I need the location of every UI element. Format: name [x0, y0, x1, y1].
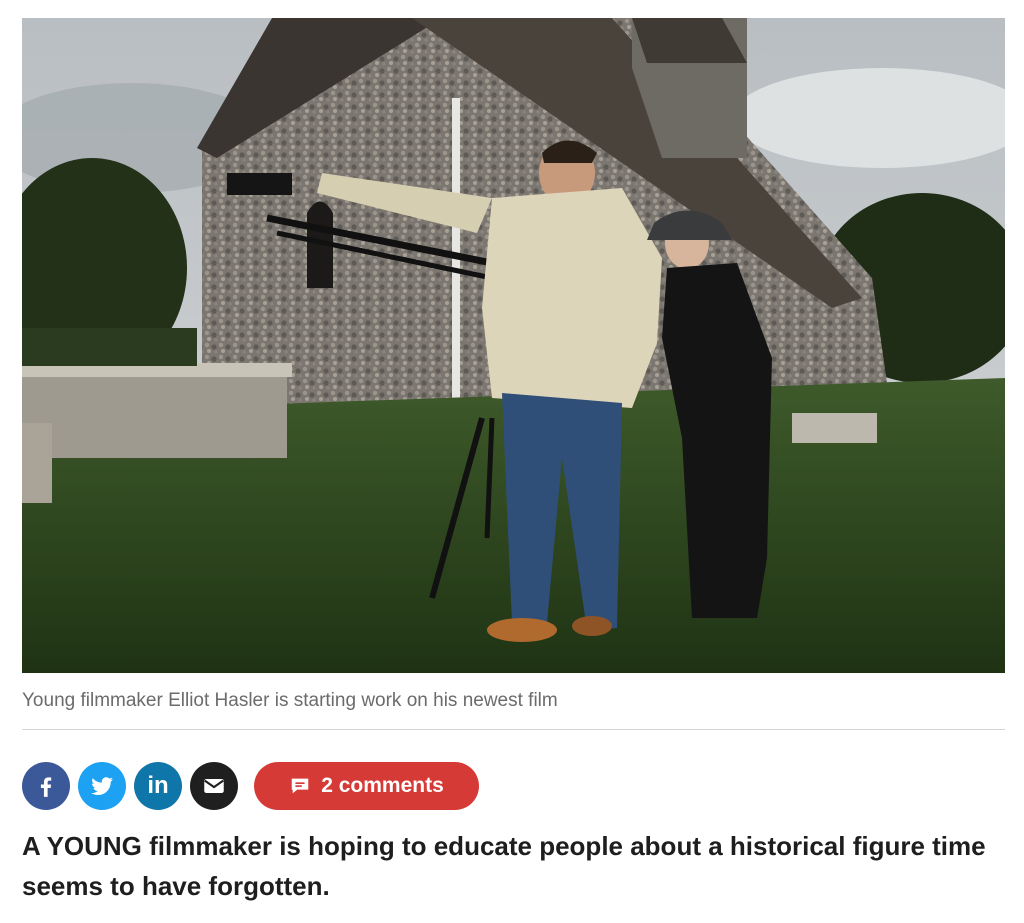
envelope-icon: [204, 778, 224, 794]
church-photo-illustration: [22, 18, 1005, 673]
article-lede: A YOUNG filmmaker is hoping to educate p…: [22, 831, 986, 901]
caption-divider: [22, 729, 1005, 730]
twitter-icon: [91, 777, 113, 795]
share-email-button[interactable]: [190, 762, 238, 810]
facebook-icon: [40, 777, 52, 797]
share-facebook-button[interactable]: [22, 762, 70, 810]
comment-bubble-icon: [291, 778, 309, 794]
share-toolbar: in 2 comments: [22, 762, 479, 810]
article-photo: [22, 18, 1005, 673]
share-linkedin-button[interactable]: in: [134, 762, 182, 810]
comments-count-label: 2 comments: [321, 774, 444, 797]
photo-caption: Young filmmaker Elliot Hasler is startin…: [22, 690, 558, 711]
linkedin-icon: in: [147, 772, 169, 799]
share-twitter-button[interactable]: [78, 762, 126, 810]
comments-button[interactable]: 2 comments: [254, 762, 479, 810]
